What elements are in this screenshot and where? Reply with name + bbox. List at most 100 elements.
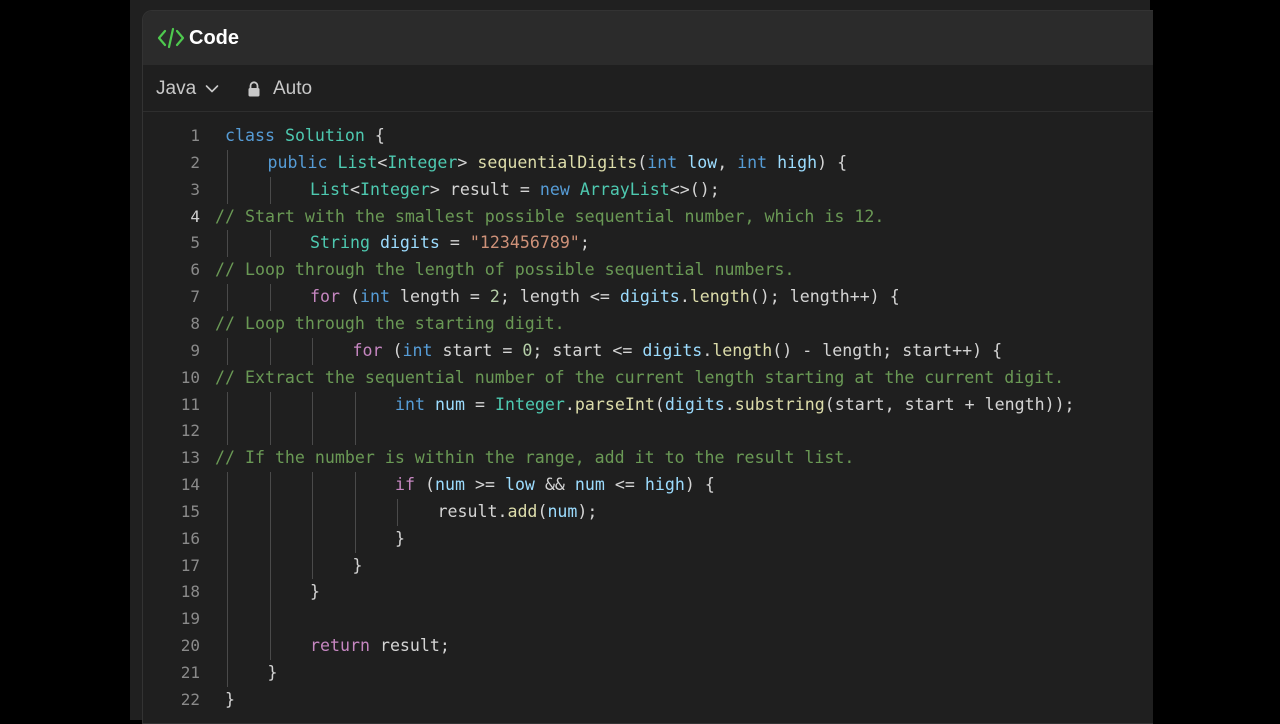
line-number: 20: [180, 636, 200, 656]
code-text: if (num >= low && num <= high) {: [395, 475, 715, 495]
indent-guide: [269, 418, 271, 446]
line-number: 14: [180, 475, 200, 495]
indent-guide: [269, 633, 271, 660]
line-number: 22: [180, 689, 200, 709]
indent-guide: [269, 284, 271, 311]
code-comment: // If the number is within the range, ad…: [215, 448, 855, 468]
screen: Code Java Auto 1 class Solution { 2 public …: [0, 0, 1280, 724]
code-line[interactable]: 10 // Extract the sequential number of th…: [143, 365, 1153, 391]
language-select[interactable]: Java: [156, 77, 219, 101]
code-line[interactable]: 11 int num = Integer.parseInt(digits.subs…: [143, 391, 1153, 419]
line-number: 10: [180, 367, 200, 387]
code-text: }: [352, 555, 363, 575]
code-toolbar: Java Auto: [143, 65, 1153, 112]
lock-icon: [248, 81, 260, 97]
line-number: 6: [190, 260, 200, 280]
mode-indicator: Auto: [247, 77, 312, 101]
indent-guide: [269, 498, 271, 526]
code-text: }: [310, 582, 320, 602]
indent-guide: [269, 472, 271, 499]
indent-guide: [227, 418, 228, 446]
code-line[interactable]: 18}: [143, 579, 1153, 607]
indent-guide: [227, 472, 228, 499]
indent-guide: [312, 418, 313, 446]
line-number: 5: [190, 233, 200, 253]
indent-guide: [397, 498, 398, 526]
line-number: 4: [190, 206, 200, 226]
code-line[interactable]: 3 List<Integer> result = new ArrayList<>(…: [143, 176, 1153, 204]
indent-guide: [312, 525, 313, 553]
indent-guide: [227, 606, 228, 634]
code-line[interactable]: 15 result.add(num);: [143, 498, 1153, 526]
language-label: Java: [156, 78, 197, 99]
code-text: public List<Integer> sequentialDigits(in…: [267, 152, 848, 172]
indent-guide: [227, 660, 228, 687]
indent-guide: [312, 552, 313, 580]
code-text: int num = Integer.parseInt(digits.substr…: [395, 394, 1075, 414]
code-line[interactable]: 8 // Loop through the starting digit.: [143, 311, 1153, 337]
code-line[interactable]: 16}: [143, 525, 1153, 553]
indent-guide: [354, 418, 356, 446]
code-line[interactable]: 6 // Loop through the length of possible …: [143, 257, 1153, 283]
code-line[interactable]: 12: [143, 418, 1153, 446]
code-comment: // Loop through the length of possible s…: [215, 260, 795, 280]
code-panel-header: Code: [143, 11, 1153, 65]
code-line[interactable]: 19: [143, 606, 1153, 634]
indent-guide: [227, 337, 228, 365]
code-text: for (int start = 0; start <= digits.leng…: [352, 340, 1003, 360]
code-line[interactable]: 13 // If the number is within the range, …: [143, 445, 1153, 471]
indent-guide: [227, 552, 228, 580]
indent-guide: [227, 579, 228, 607]
indent-guide: [269, 176, 271, 204]
code-line[interactable]: 17}: [143, 552, 1153, 580]
line-number: 21: [180, 663, 200, 682]
code-comment: // Extract the sequential number of the …: [215, 367, 1065, 387]
line-number: 18: [180, 582, 200, 602]
mode-label: Auto: [273, 78, 313, 99]
indent-guide: [312, 498, 313, 526]
indent-guide: [227, 176, 228, 204]
code-line[interactable]: 2 public List<Integer> sequentialDigits(i…: [143, 149, 1153, 177]
indent-guide: [227, 391, 228, 419]
indent-guide: [354, 525, 356, 553]
code-editor[interactable]: 1 class Solution { 2 public List<Integer> s…: [143, 123, 1153, 723]
code-text: }: [395, 528, 405, 548]
line-number: 7: [190, 287, 200, 307]
code-text: class Solution {: [225, 126, 385, 145]
line-number: 15: [180, 501, 200, 521]
code-line[interactable]: 5 String digits = "123456789";: [143, 230, 1153, 258]
indent-guide: [227, 498, 228, 526]
code-line[interactable]: 22}: [143, 687, 1153, 713]
indent-guide: [354, 391, 356, 419]
code-line[interactable]: 9 for (int start = 0; start <= digits.len…: [143, 337, 1153, 365]
line-number: 11: [180, 394, 200, 414]
indent-guide: [269, 337, 271, 365]
line-number: 2: [190, 152, 200, 172]
code-line[interactable]: 20 return result;: [143, 633, 1153, 660]
indent-guide: [227, 633, 228, 660]
indent-guide: [227, 284, 228, 311]
code-text: }: [225, 689, 235, 709]
indent-guide: [269, 525, 271, 553]
code-line[interactable]: 7 for (int length = 2; length <= digits.l…: [143, 284, 1153, 311]
indent-guide: [312, 472, 313, 499]
code-line[interactable]: 1 class Solution {: [143, 123, 1153, 149]
indent-guide: [312, 337, 313, 365]
indent-guide: [227, 230, 228, 258]
code-comment: // Start with the smallest possible sequ…: [215, 206, 885, 226]
code-text: for (int length = 2; length <= digits.le…: [310, 287, 900, 307]
indent-guide: [269, 230, 271, 258]
line-number: 16: [180, 528, 200, 548]
indent-guide: [227, 149, 228, 177]
line-number: 8: [190, 313, 200, 333]
code-line[interactable]: 14 if (num >= low && num <= high) {: [143, 472, 1153, 499]
line-number: 12: [180, 421, 200, 441]
code-panel: Code Java Auto 1 class Solution { 2 public …: [142, 10, 1153, 724]
code-line[interactable]: 21}: [143, 660, 1153, 687]
code-text: }: [267, 663, 278, 682]
line-number: 3: [190, 179, 200, 199]
code-line[interactable]: 4 // Start with the smallest possible seq…: [143, 204, 1153, 230]
indent-guide: [269, 579, 271, 607]
line-number: 9: [190, 340, 200, 360]
indent-guide: [354, 472, 356, 499]
